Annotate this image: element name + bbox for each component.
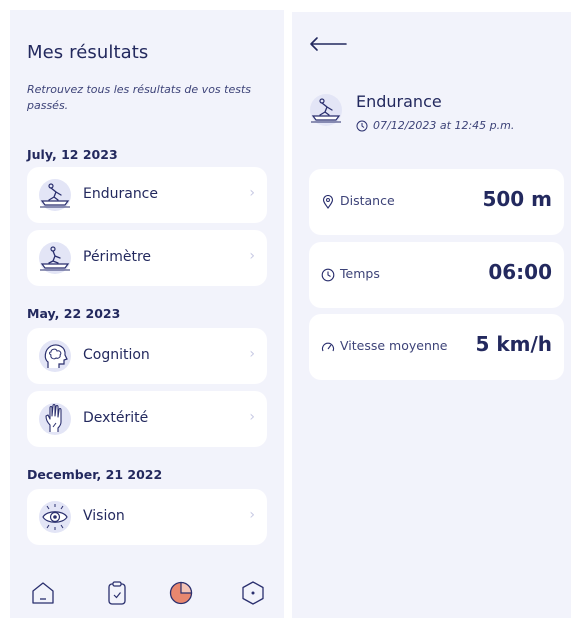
clock-icon bbox=[356, 120, 368, 131]
location-pin-icon bbox=[322, 195, 334, 209]
result-card-vision[interactable]: Vision › bbox=[27, 489, 267, 545]
treadmill-icon bbox=[310, 94, 342, 126]
detail-title: Endurance bbox=[356, 92, 442, 111]
stat-label: Temps bbox=[340, 266, 380, 281]
result-detail-screen: Endurance 07/12/2023 at 12:45 p.m. Dista… bbox=[292, 12, 571, 618]
detail-datetime-text: 07/12/2023 at 12:45 p.m. bbox=[373, 119, 515, 132]
date-heading: May, 22 2023 bbox=[27, 306, 121, 321]
result-card-dexterite[interactable]: Dextérité › bbox=[27, 391, 267, 447]
results-list-screen: Mes résultats Retrouvez tous les résulta… bbox=[10, 10, 284, 618]
stat-value: 06:00 bbox=[488, 260, 552, 284]
clipboard-icon[interactable] bbox=[104, 580, 130, 606]
page-title: Mes résultats bbox=[27, 42, 149, 63]
stat-value: 5 km/h bbox=[475, 332, 552, 356]
chevron-right-icon: › bbox=[249, 185, 255, 201]
stat-card-temps: Temps 06:00 bbox=[309, 242, 564, 308]
result-card-label: Endurance bbox=[83, 186, 158, 202]
stat-label: Vitesse moyenne bbox=[340, 338, 448, 353]
result-card-label: Dextérité bbox=[83, 410, 149, 426]
hand-icon bbox=[39, 403, 71, 435]
stat-card-vitesse: Vitesse moyenne 5 km/h bbox=[309, 314, 564, 380]
clock-icon bbox=[321, 268, 335, 282]
stat-value: 500 m bbox=[482, 187, 552, 211]
date-heading: July, 12 2023 bbox=[27, 147, 118, 162]
hexagon-settings-icon[interactable] bbox=[240, 580, 266, 606]
result-card-cognition[interactable]: Cognition › bbox=[27, 328, 267, 384]
chevron-right-icon: › bbox=[249, 248, 255, 264]
result-card-perimetre[interactable]: Périmètre › bbox=[27, 230, 267, 286]
page-subtitle: Retrouvez tous les résultats de vos test… bbox=[27, 83, 252, 112]
chevron-right-icon: › bbox=[249, 409, 255, 425]
home-icon[interactable] bbox=[30, 580, 56, 606]
chevron-right-icon: › bbox=[249, 507, 255, 523]
results-pie-icon[interactable] bbox=[168, 580, 194, 606]
speedometer-icon bbox=[321, 342, 335, 352]
stat-label: Distance bbox=[340, 193, 395, 208]
bottom-nav bbox=[10, 568, 284, 618]
detail-datetime: 07/12/2023 at 12:45 p.m. bbox=[356, 119, 514, 132]
result-card-label: Vision bbox=[83, 508, 125, 524]
back-arrow-icon[interactable] bbox=[308, 34, 348, 54]
eye-icon bbox=[39, 501, 71, 533]
treadmill-icon bbox=[39, 242, 71, 274]
result-card-label: Cognition bbox=[83, 347, 150, 363]
chevron-right-icon: › bbox=[249, 346, 255, 362]
stat-card-distance: Distance 500 m bbox=[309, 169, 564, 235]
brain-head-icon bbox=[39, 340, 71, 372]
result-card-endurance[interactable]: Endurance › bbox=[27, 167, 267, 223]
date-heading: December, 21 2022 bbox=[27, 467, 163, 482]
result-card-label: Périmètre bbox=[83, 249, 152, 265]
treadmill-icon bbox=[39, 179, 71, 211]
